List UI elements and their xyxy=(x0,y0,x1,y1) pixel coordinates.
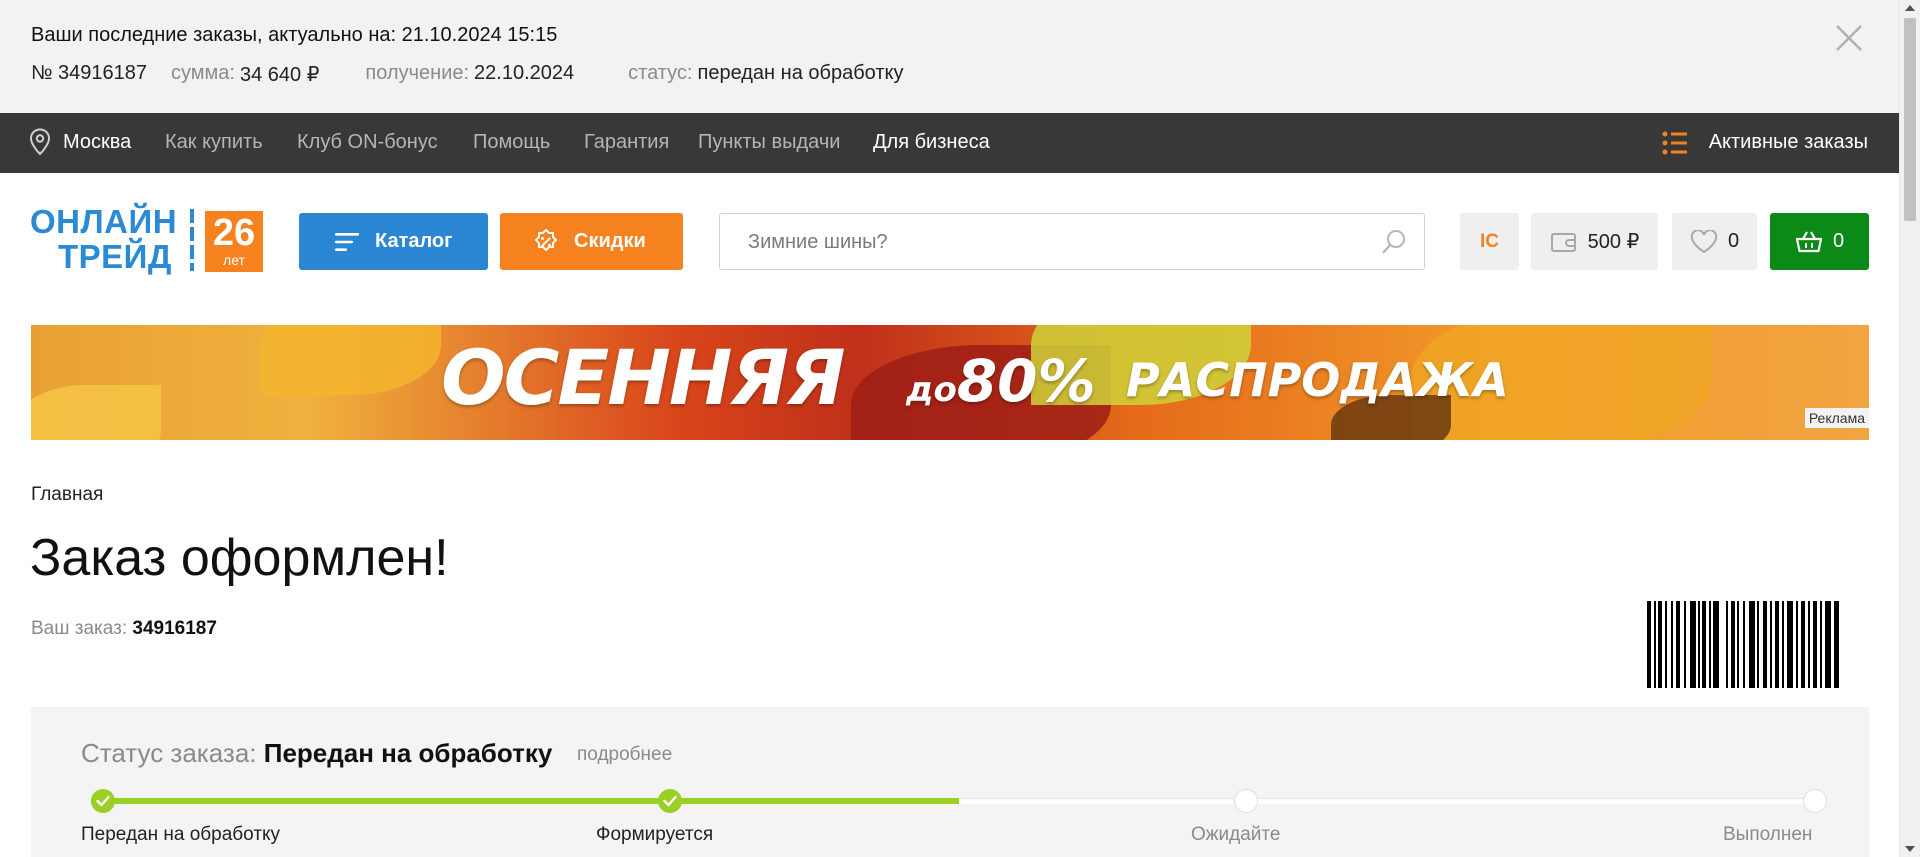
banner-leaf-decoration xyxy=(31,385,161,440)
nav-link-warranty[interactable]: Гарантия xyxy=(584,131,669,154)
logo-years-suffix: лет xyxy=(223,252,245,268)
order-status-heading: Статус заказа: Передан на обработку xyxy=(81,738,552,769)
check-icon xyxy=(663,795,677,807)
step-dot-4 xyxy=(1803,789,1827,813)
recent-order-status-label: статус: xyxy=(628,62,693,84)
banner-leaf-decoration xyxy=(261,325,441,395)
recent-order-status-value: передан на обработку xyxy=(697,62,904,84)
order-barcode xyxy=(1647,601,1839,688)
bonus-wallet-button[interactable]: 500 ₽ xyxy=(1531,213,1658,270)
step-label-1: Передан на обработку xyxy=(81,824,281,845)
breadcrumb-home[interactable]: Главная xyxy=(31,484,103,506)
recent-orders-bar: Ваши последние заказы, актуально на: 21.… xyxy=(0,0,1899,113)
step-label-3: Ожидайте xyxy=(1191,824,1281,845)
recent-order-number[interactable]: № 34916187 xyxy=(31,62,147,87)
site-logo[interactable]: ОНЛАЙН ТРЕЙД 26 лет xyxy=(30,205,265,275)
status-progress-track xyxy=(91,789,1827,813)
recent-order-receive-value: 22.10.2024 xyxy=(474,62,575,84)
scrollbar-thumb[interactable] xyxy=(1904,18,1916,221)
step-dot-3 xyxy=(1234,789,1258,813)
discount-badge-icon xyxy=(532,228,560,256)
check-icon xyxy=(96,795,110,807)
search-icon[interactable] xyxy=(1380,228,1408,256)
nav-link-pickup-points[interactable]: Пункты выдачи xyxy=(698,131,840,154)
page-title: Заказ оформлен! xyxy=(30,529,449,587)
wallet-icon xyxy=(1550,230,1578,254)
status-details-link[interactable]: подробнее xyxy=(577,744,672,766)
recent-orders-title: Ваши последние заказы, актуально на: 21.… xyxy=(31,24,558,46)
active-orders-link[interactable]: Активные заказы xyxy=(1709,131,1868,154)
order-number-value: 34916187 xyxy=(132,618,217,639)
discounts-button-label: Скидки xyxy=(574,230,646,252)
logo-line-2: ТРЕЙД xyxy=(58,238,172,275)
scroll-down-arrow-icon[interactable] xyxy=(1905,846,1915,852)
logo-divider xyxy=(190,209,195,271)
location-pin-icon[interactable] xyxy=(29,128,51,156)
favorites-button[interactable]: 0 xyxy=(1672,213,1757,270)
banner-text-discount: до80% xyxy=(906,347,1096,415)
step-label-2: Формируется xyxy=(596,824,714,845)
nav-link-help[interactable]: Помощь xyxy=(473,131,550,154)
scroll-up-arrow-icon[interactable] xyxy=(1905,5,1915,11)
nav-link-for-business[interactable]: Для бизнеса xyxy=(873,131,990,154)
top-nav: Москва Как купить Клуб ON-бонус Помощь Г… xyxy=(0,113,1899,173)
close-icon[interactable] xyxy=(1833,22,1865,54)
catalog-button-label: Каталог xyxy=(375,230,453,252)
basket-icon xyxy=(1795,230,1823,254)
catalog-button[interactable]: Каталог xyxy=(299,213,488,270)
step-dot-1 xyxy=(91,789,115,813)
logo-line-1: ОНЛАЙН xyxy=(30,203,178,240)
step-dot-2 xyxy=(658,789,682,813)
nav-link-how-to-buy[interactable]: Как купить xyxy=(165,131,263,154)
ic-label: IC xyxy=(1480,230,1499,252)
ad-label[interactable]: Реклама xyxy=(1804,408,1869,428)
list-icon[interactable] xyxy=(1662,131,1688,155)
search-box[interactable] xyxy=(719,213,1425,271)
cart-count: 0 xyxy=(1832,230,1845,252)
banner-text-percent: 80% xyxy=(956,347,1096,415)
order-number: Ваш заказ: 34916187 xyxy=(31,618,217,640)
banner-text-autumn: ОСЕННЯЯ xyxy=(441,333,846,422)
ic-button[interactable]: IC xyxy=(1460,213,1519,270)
discounts-button[interactable]: Скидки xyxy=(500,213,683,270)
recent-order-row[interactable]: № 34916187 сумма: 34 640 ₽ получение: 22… xyxy=(31,62,903,87)
progress-track-fill xyxy=(91,798,959,804)
city-selector[interactable]: Москва xyxy=(63,131,131,154)
order-status-label: Статус заказа: xyxy=(81,738,257,768)
menu-icon xyxy=(335,232,361,252)
page: Ваши последние заказы, актуально на: 21.… xyxy=(0,0,1899,857)
cart-button[interactable]: 0 xyxy=(1770,213,1869,270)
order-status-panel: Статус заказа: Передан на обработку подр… xyxy=(31,707,1869,857)
banner-text-upto: до xyxy=(906,370,957,410)
logo-years-number: 26 xyxy=(212,212,256,254)
step-label-4: Выполнен xyxy=(1723,824,1813,845)
recent-order-sum-value: 34 640 ₽ xyxy=(239,64,320,86)
favorites-count: 0 xyxy=(1727,230,1740,252)
banner-text-sale: РАСПРОДАЖА xyxy=(1126,353,1509,407)
recent-order-sum-label: сумма: xyxy=(171,62,235,84)
search-input[interactable] xyxy=(746,214,1350,271)
vertical-scrollbar[interactable] xyxy=(1899,0,1920,857)
order-number-label: Ваш заказ: xyxy=(31,618,128,639)
promo-banner[interactable]: ОСЕННЯЯ до80% РАСПРОДАЖА Реклама xyxy=(31,325,1869,440)
order-status-value: Передан на обработку xyxy=(263,738,553,768)
wallet-value: 500 ₽ xyxy=(1587,231,1640,253)
nav-link-on-bonus-club[interactable]: Клуб ON-бонус xyxy=(297,131,438,154)
recent-order-receive-label: получение: xyxy=(365,62,470,84)
logo-years-badge: 26 лет xyxy=(205,211,263,272)
heart-icon xyxy=(1690,229,1718,254)
